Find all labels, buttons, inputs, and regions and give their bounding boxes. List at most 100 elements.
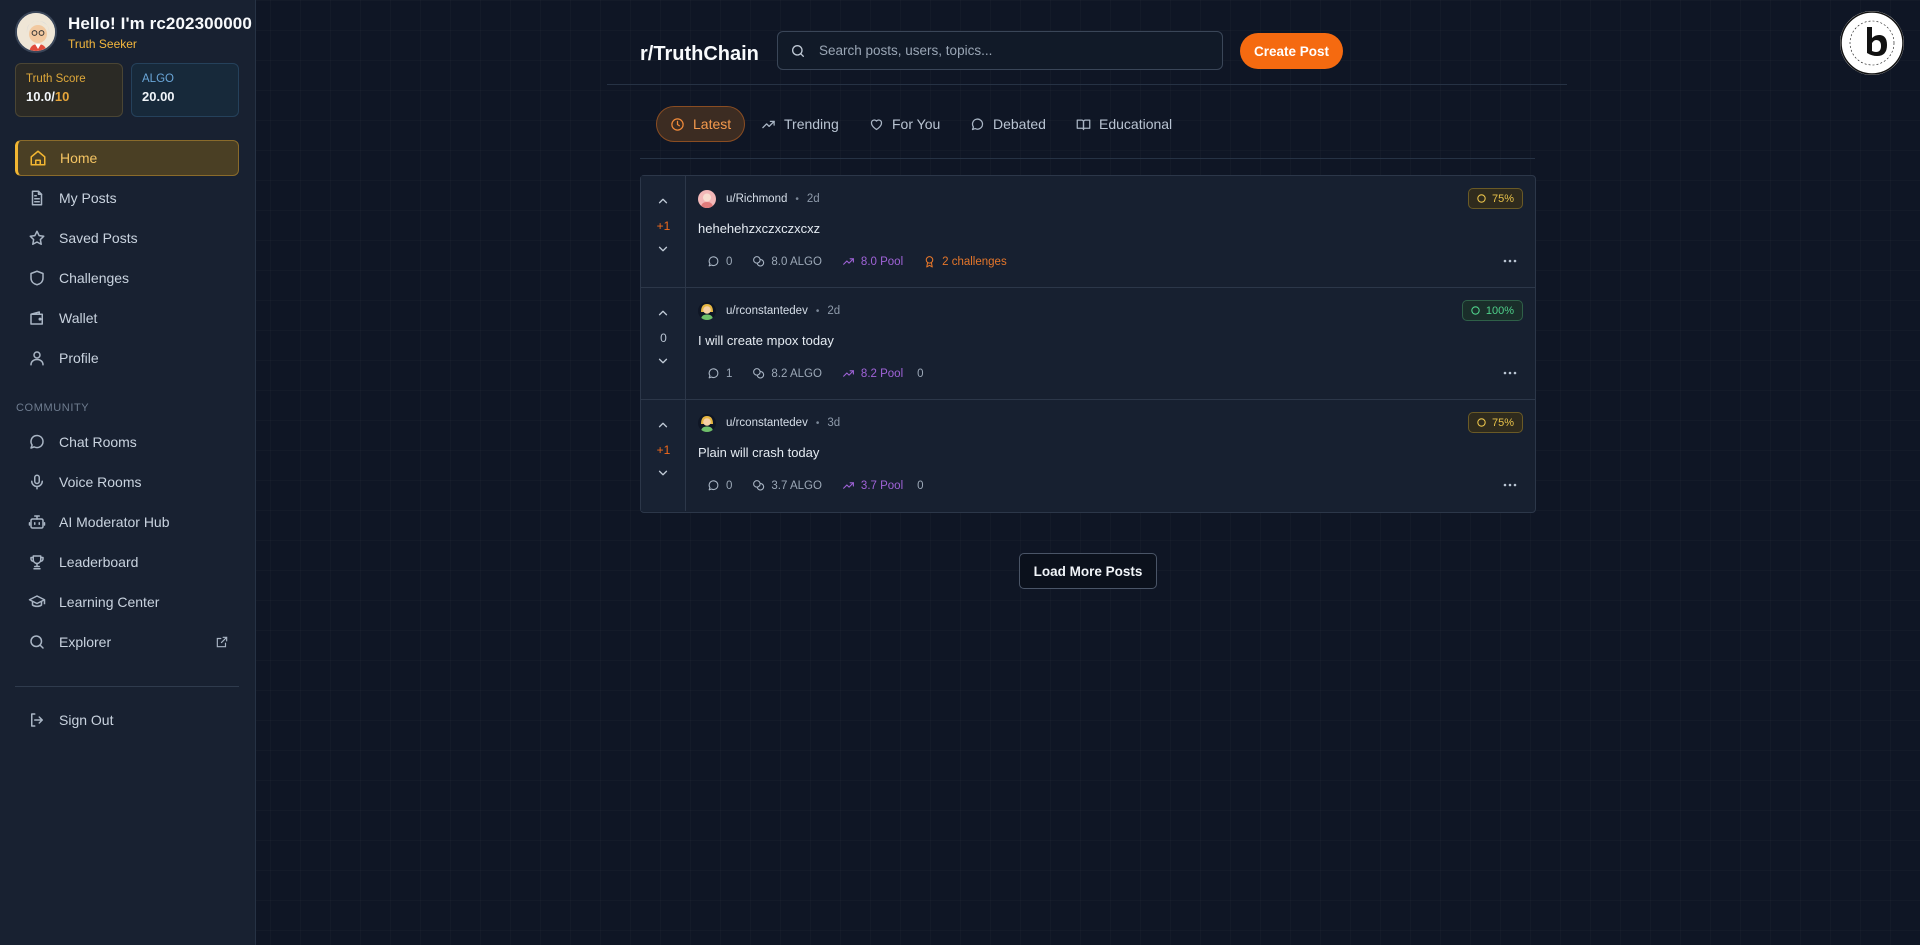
external-link-icon [216,636,228,648]
downvote-icon[interactable] [656,466,670,480]
search-icon [792,44,804,57]
author-username[interactable]: u/Richmond [726,193,787,205]
pool-amount: 8.0 Pool [860,255,904,268]
user-avatar[interactable] [15,11,57,53]
search-input[interactable] [819,43,1199,58]
tab-for-you[interactable]: For You [869,106,940,142]
post-meta: u/Richmond • 2d [698,190,820,208]
tab-trending[interactable]: Trending [761,106,839,142]
bolt-badge-logo[interactable] [1840,11,1904,75]
comments-button[interactable]: 0 [707,479,732,492]
post-content[interactable]: hehehehzxczxczxcxz [698,221,820,236]
extra-count: 0 [917,479,924,492]
vote-score: 0 [660,331,667,345]
community-nav: Chat Rooms Voice Rooms AI Moderator Hub … [15,424,239,664]
post-content[interactable]: I will create mpox today [698,333,834,348]
trending-icon [843,370,854,377]
post-body: u/rconstantedev • 3d 75% Plain will cras… [698,400,1535,511]
nav-item-chat-rooms[interactable]: Chat Rooms [15,424,239,460]
confidence-value: 75% [1491,192,1514,205]
nav-item-explorer[interactable]: Explorer [15,624,239,660]
nav-item-home[interactable]: Home [15,140,239,176]
truth-score-card: Truth Score 10.0/10 [15,63,123,117]
meta-separator: • [815,305,820,317]
author-avatar[interactable] [698,302,716,320]
award-icon [925,256,934,268]
shield-icon [1471,306,1480,315]
post-card[interactable]: 0 u/rconstantedev • 2d 100% I will creat… [641,288,1535,400]
community-title[interactable]: r/TruthChain [640,43,759,66]
comment-count: 0 [726,479,733,492]
upvote-icon[interactable] [656,306,670,320]
more-options-icon[interactable] [1503,482,1517,488]
truth-score-value: 10.0/10 [26,89,70,104]
author-username[interactable]: u/rconstantedev [726,305,808,317]
nav-item-label: Wallet [59,310,98,326]
nav-item-profile[interactable]: Profile [15,340,239,376]
downvote-icon[interactable] [656,242,670,256]
confidence-badge: 75% [1467,412,1523,433]
feed-tabs: Latest Trending For You Debated Educatio… [640,106,1535,159]
post-actions: 1 8.2 ALGO 8.2 Pool 0 [707,367,944,380]
upvote-icon[interactable] [656,194,670,208]
post-time: 2d [806,193,820,205]
stake-amount: 8.0 ALGO [771,255,822,268]
stake-amount: 3.7 ALGO [771,479,822,492]
sign-out-button[interactable]: Sign Out [15,702,239,738]
create-post-button[interactable]: Create Post [1240,33,1343,69]
post-card[interactable]: +1 u/Richmond • 2d 75% hehehehzxczxczxcx… [641,176,1535,288]
nav-item-learning-center[interactable]: Learning Center [15,584,239,620]
truth-score-label: Truth Score [26,73,86,85]
nav-item-voice-rooms[interactable]: Voice Rooms [15,464,239,500]
signout-wrapper: Sign Out [15,702,239,742]
nav-item-my-posts[interactable]: My Posts [15,180,239,216]
home-icon [30,150,46,166]
nav-item-wallet[interactable]: Wallet [15,300,239,336]
tab-latest[interactable]: Latest [656,106,746,142]
comments-button[interactable]: 0 [707,255,732,268]
nav-item-ai-moderator-hub[interactable]: AI Moderator Hub [15,504,239,540]
confidence-value: 100% [1485,304,1514,317]
post-content[interactable]: Plain will crash today [698,445,819,460]
tab-label: For You [892,116,941,132]
confidence-value: 75% [1491,416,1514,429]
author-avatar[interactable] [698,190,716,208]
comment-icon [708,256,719,267]
nav-item-challenges[interactable]: Challenges [15,260,239,296]
tab-debated[interactable]: Debated [970,106,1046,142]
nav-item-saved-posts[interactable]: Saved Posts [15,220,239,256]
nav-item-label: Profile [59,350,99,366]
challenges-button[interactable]: 2 challenges [923,255,1007,268]
post-meta: u/rconstantedev • 3d [698,414,840,432]
trending-icon [843,482,854,489]
post-time: 2d [827,305,841,317]
algo-balance-card: ALGO 20.00 [131,63,239,117]
post-card[interactable]: +1 u/rconstantedev • 3d 75% Plain will c… [641,400,1535,511]
heart-icon [870,118,883,130]
more-options-icon[interactable] [1503,370,1517,376]
more-options-icon[interactable] [1503,258,1517,264]
tab-educational[interactable]: Educational [1076,106,1172,142]
tab-label: Debated [993,116,1046,132]
user-rank: Truth Seeker [68,36,137,51]
upvote-icon[interactable] [656,418,670,432]
nav-item-label: Leaderboard [59,554,139,570]
author-avatar[interactable] [698,414,716,432]
author-username[interactable]: u/rconstantedev [726,417,808,429]
nav-item-label: My Posts [59,190,117,206]
extra-count: 0 [917,367,924,380]
chat-icon [971,118,984,130]
coins-icon [753,256,765,267]
meta-separator: • [815,417,820,429]
load-more-button[interactable]: Load More Posts [1019,553,1157,589]
nav-item-label: Challenges [59,270,130,286]
chat-icon [30,434,44,449]
search-bar[interactable] [777,31,1223,70]
nav-item-leaderboard[interactable]: Leaderboard [15,544,239,580]
wallet-icon [30,311,43,325]
downvote-icon[interactable] [656,354,670,368]
vote-column: 0 [641,288,686,399]
book-icon [1076,119,1091,130]
comments-button[interactable]: 1 [707,367,732,380]
post-actions: 0 8.0 ALGO 8.0 Pool 2 challenges [707,255,1027,268]
